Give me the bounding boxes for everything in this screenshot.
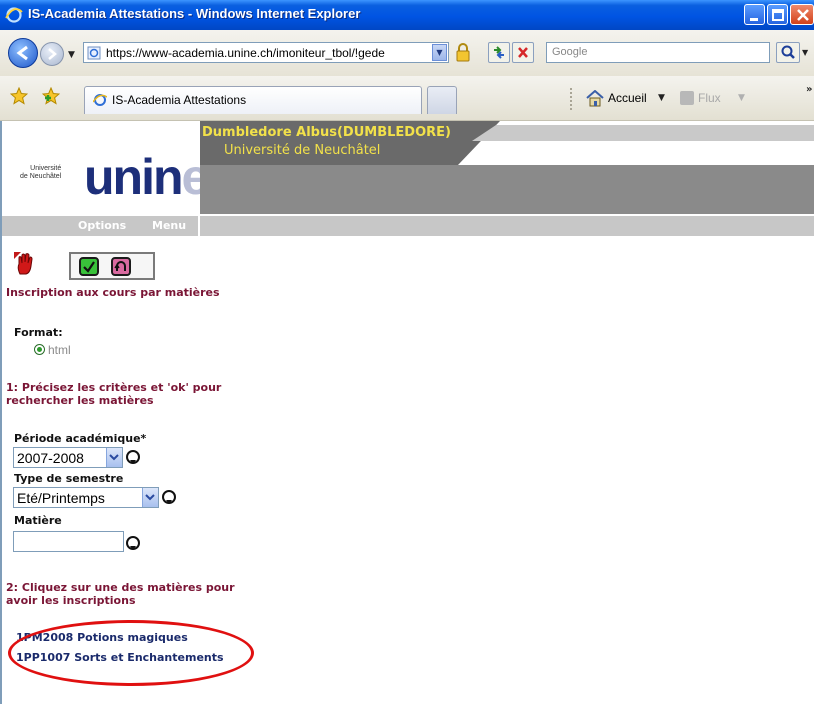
semestre-dropdown-button[interactable] [142,488,158,507]
semestre-label: Type de semestre [14,472,124,485]
search-button[interactable] [776,42,800,63]
search-placeholder: Google [552,46,588,58]
menu-options[interactable]: Options [78,219,126,232]
home-label[interactable]: Accueil [608,91,647,105]
page-content: Université de Neuchâtel unine Dumbledore … [0,121,814,704]
semestre-select[interactable]: Eté/Printemps [13,487,159,508]
step1-instructions: 1: Précisez les critères et 'ok' pour re… [6,381,222,407]
periode-label: Période académique* [14,432,147,445]
home-dropdown-icon[interactable]: ▼ [658,93,665,103]
banner-decoration [472,125,814,141]
back-button[interactable] [8,38,38,68]
toolbar-separator [570,88,574,110]
user-name: Dumbledore Albus(DUMBLEDORE) [202,125,451,140]
format-html-radio[interactable] [34,344,45,355]
annotation-ellipse [8,620,254,686]
stop-button[interactable] [512,42,534,63]
search-icon [781,45,795,59]
feeds-dropdown-icon: ▼ [738,93,745,103]
menu-bar: Options Menu [2,216,814,236]
stop-hand-icon [14,252,33,275]
minimize-icon [750,18,758,21]
search-input[interactable]: Google [546,42,770,63]
unine-logo: unine [84,149,209,205]
url-field[interactable]: https://www-academia.unine.ch/imoniteur_… [83,42,449,63]
url-dropdown-button[interactable]: ▼ [432,44,447,61]
logo-area: Université de Neuchâtel unine [2,121,209,214]
periode-value: 2007-2008 [17,450,84,466]
new-tab-button[interactable] [427,86,457,114]
rss-feed-icon [680,91,694,105]
lookup-arrow-icon [130,460,136,464]
forward-button[interactable] [40,42,64,66]
maximize-button[interactable] [767,4,788,25]
tab-label: IS-Academia Attestations [112,93,247,107]
address-bar: ▼ https://www-academia.unine.ch/imoniteu… [0,30,814,76]
favorites-star-icon[interactable] [10,87,28,105]
logo-university-text: Université de Neuchâtel [20,165,62,180]
refresh-icon [494,46,504,59]
ie-logo-icon [5,7,23,23]
checkmark-icon [83,261,95,273]
semestre-value: Eté/Printemps [17,490,105,506]
url-text: https://www-academia.unine.ch/imoniteur_… [106,46,385,60]
chevron-more-icon[interactable]: » [806,84,812,95]
favorites-bar: IS-Academia Attestations Accueil ▼ Flux … [0,76,814,121]
ok-button[interactable] [79,257,99,276]
chevron-down-icon [145,494,155,501]
title-bar: IS-Academia Attestations - Windows Inter… [0,0,814,30]
lock-icon[interactable] [454,42,472,62]
matiere-input[interactable] [13,531,124,552]
arrow-right-icon [48,48,57,60]
periode-lookup-button[interactable] [126,450,140,464]
menu-separator [198,216,200,236]
add-favorite-icon[interactable] [42,87,60,105]
matiere-label: Matière [14,514,62,527]
minimize-button[interactable] [744,4,765,25]
close-button[interactable] [790,4,814,25]
refresh-button[interactable] [488,42,510,63]
stop-icon [518,47,528,58]
feeds-label: Flux [698,91,721,105]
search-dropdown-icon[interactable]: ▼ [802,48,808,57]
banner-gray-band [200,165,814,214]
history-dropdown-icon[interactable]: ▼ [68,50,75,60]
university-name: Université de Neuchâtel [224,143,381,158]
window-title: IS-Academia Attestations - Windows Inter… [28,6,361,21]
page-icon [87,46,101,60]
semestre-lookup-button[interactable] [162,490,176,504]
matiere-lookup-button[interactable] [126,536,140,550]
arrow-left-icon [16,45,28,61]
lookup-arrow-icon [166,500,172,504]
home-icon[interactable] [586,90,604,107]
tab-is-academia[interactable]: IS-Academia Attestations [84,86,422,114]
page-title: Inscription aux cours par matières [6,286,220,299]
tab-ie-icon [93,94,107,106]
format-html-label[interactable]: html [48,343,71,357]
close-icon [797,9,809,21]
periode-select[interactable]: 2007-2008 [13,447,123,468]
undo-button[interactable] [111,257,131,276]
undo-icon [114,261,126,271]
step2-instructions: 2: Cliquez sur une des matières pour avo… [6,581,235,607]
action-toolbar [69,252,155,280]
menu-menu[interactable]: Menu [152,219,186,232]
format-label: Format: [14,326,63,339]
chevron-down-icon [109,454,119,461]
lookup-arrow-icon [130,546,136,550]
periode-dropdown-button[interactable] [106,448,122,467]
maximize-icon [772,9,784,21]
